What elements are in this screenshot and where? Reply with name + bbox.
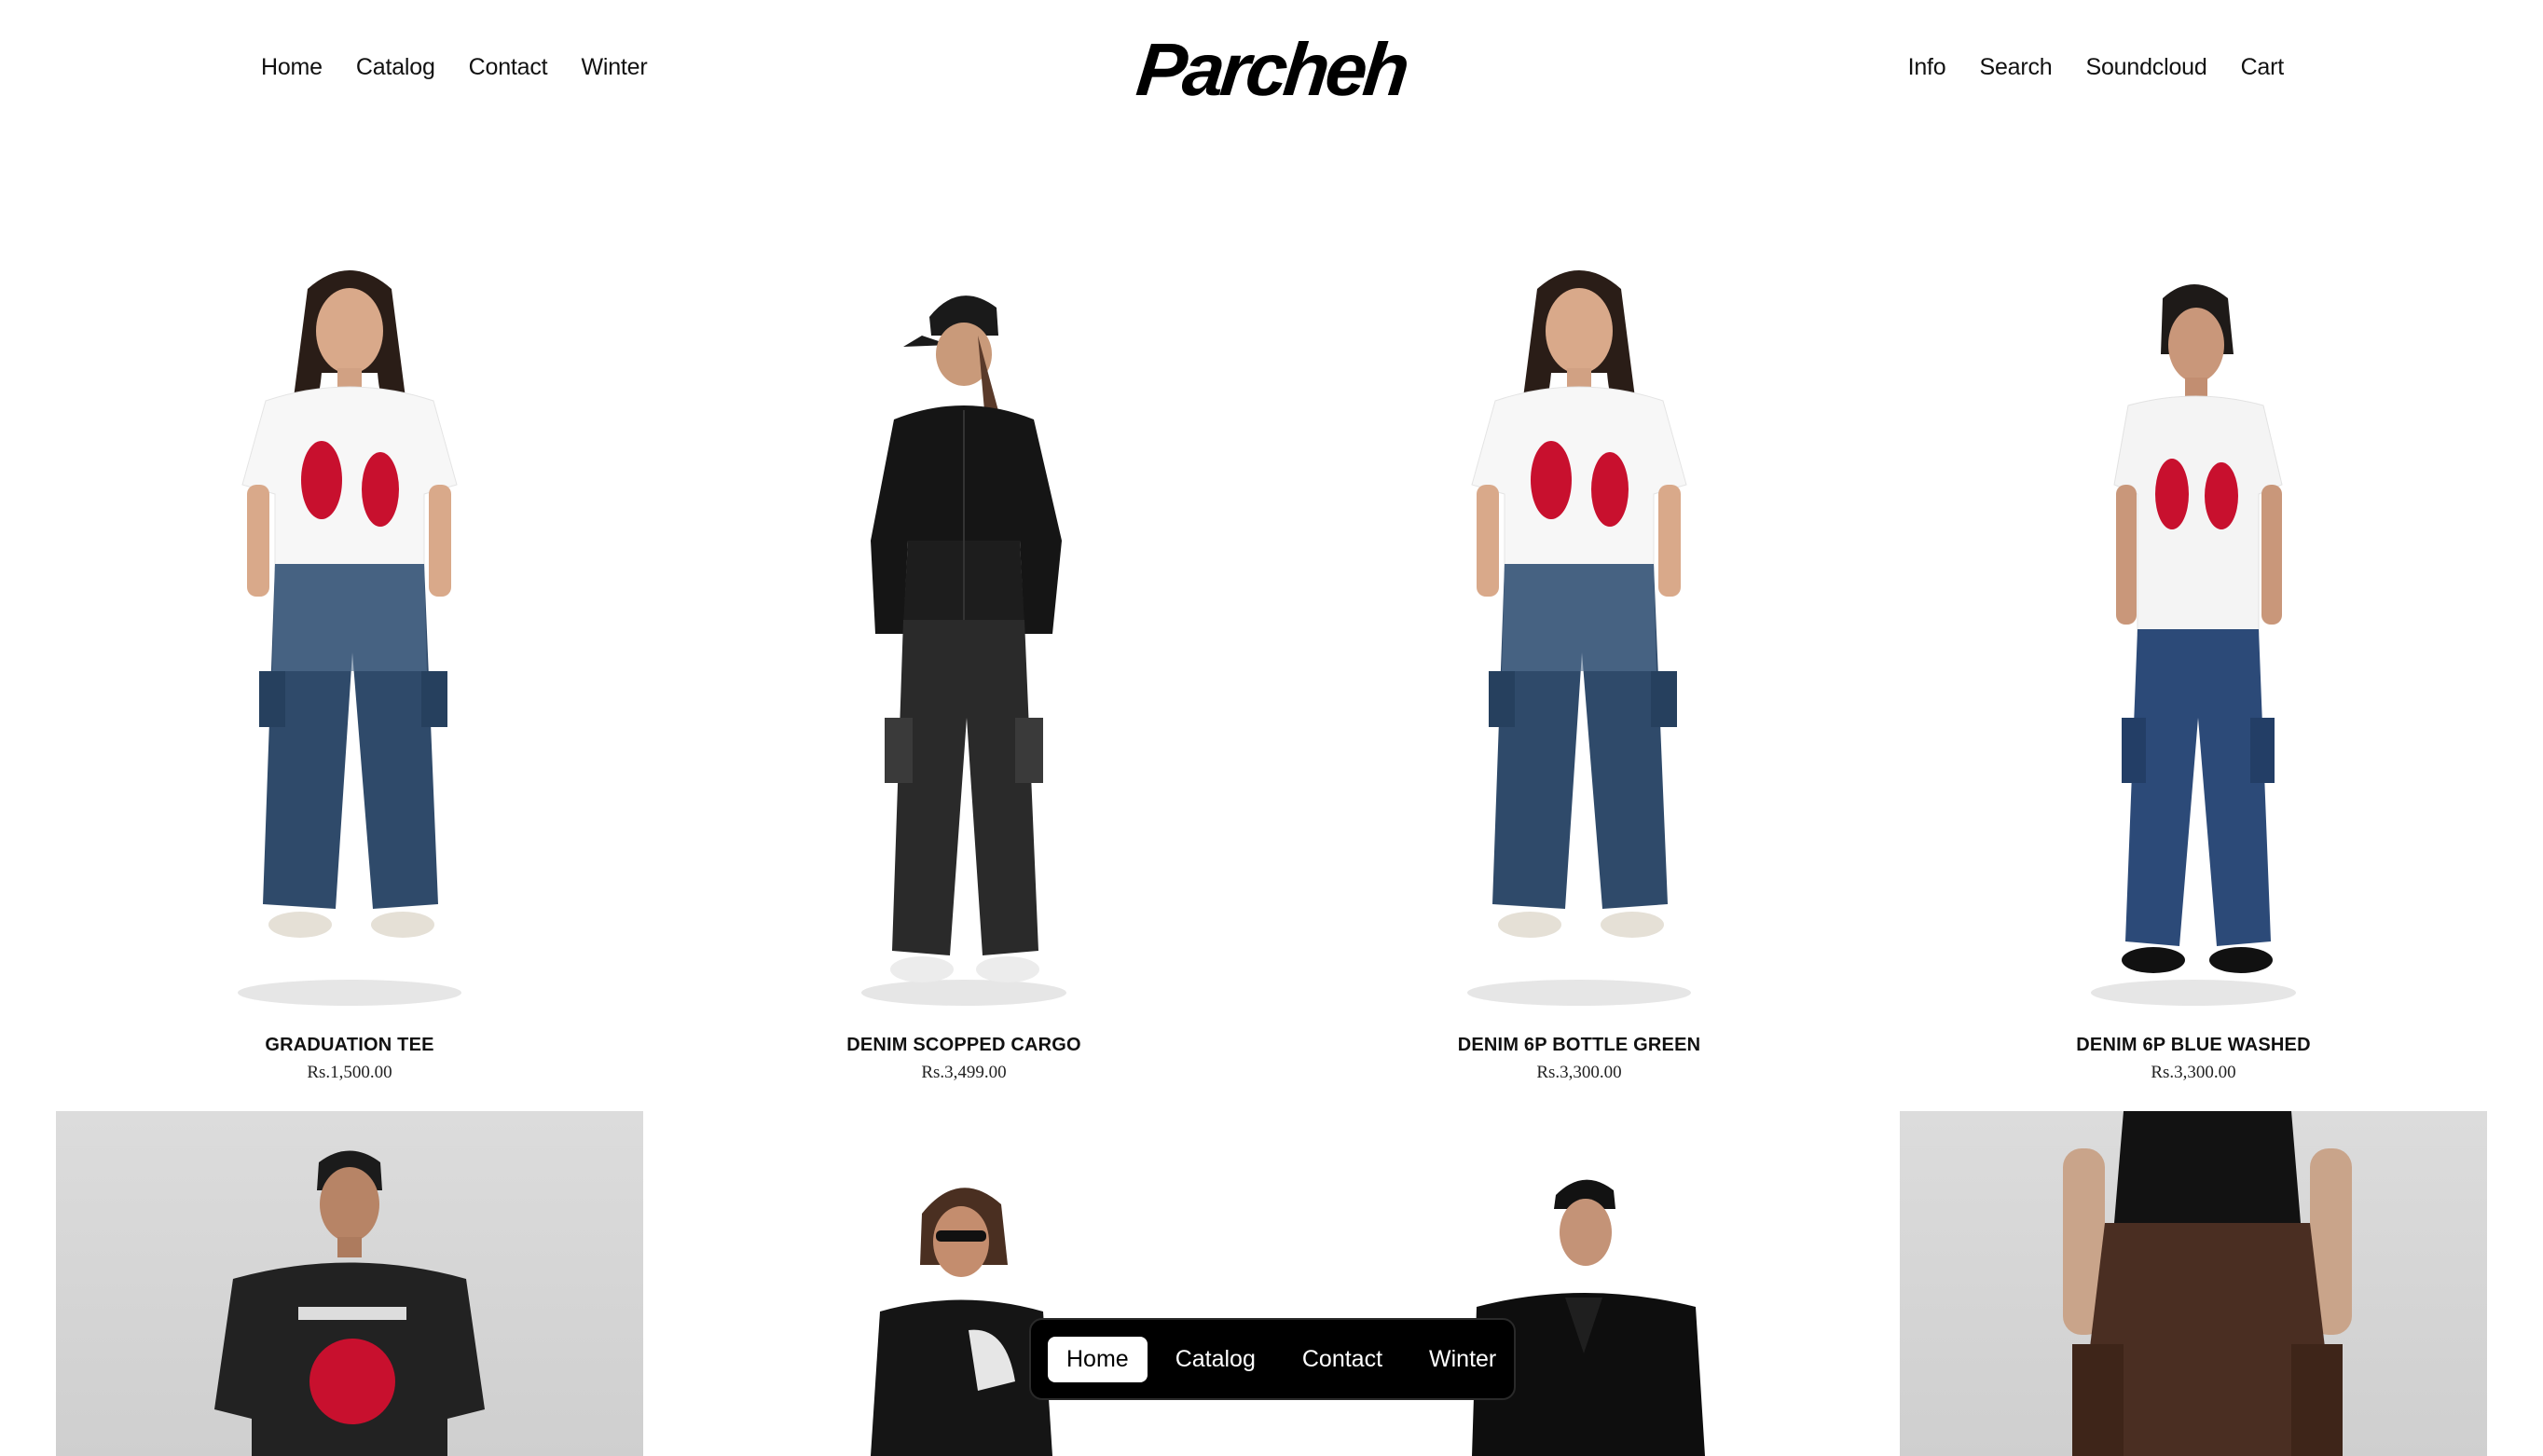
site-logo[interactable]: Parcheh: [1122, 28, 1421, 112]
product-image[interactable]: [1285, 233, 1873, 1007]
product-image[interactable]: [1900, 233, 2487, 1007]
logo-text: Parcheh: [1133, 28, 1410, 111]
floating-nav-catalog[interactable]: Catalog: [1157, 1337, 1274, 1382]
product-card[interactable]: [1900, 1111, 2487, 1456]
product-card[interactable]: [56, 1111, 643, 1456]
primary-nav: Home Catalog Contact Winter: [261, 54, 648, 81]
floating-nav-home[interactable]: Home: [1048, 1336, 1148, 1382]
product-image[interactable]: [1285, 1111, 1873, 1456]
nav-catalog-link[interactable]: Catalog: [356, 54, 435, 81]
floating-nav-winter[interactable]: Winter: [1410, 1337, 1515, 1382]
product-price: Rs.3,300.00: [2151, 1063, 2236, 1082]
nav-winter-link[interactable]: Winter: [581, 54, 647, 81]
floating-nav-bar: Home Catalog Contact Winter: [1029, 1318, 1516, 1400]
nav-search-link[interactable]: Search: [1979, 54, 2052, 81]
nav-cart-link[interactable]: Cart: [2241, 54, 2285, 81]
product-price: Rs.3,499.00: [921, 1063, 1007, 1082]
floating-nav-contact[interactable]: Contact: [1284, 1337, 1401, 1382]
product-price: Rs.3,300.00: [1536, 1063, 1622, 1082]
product-card[interactable]: [1285, 1111, 1873, 1456]
product-image[interactable]: [56, 1111, 643, 1456]
nav-contact-link[interactable]: Contact: [469, 54, 548, 81]
product-card[interactable]: [670, 1111, 1258, 1456]
product-price: Rs.1,500.00: [307, 1063, 392, 1082]
product-image[interactable]: [56, 233, 643, 1007]
product-image[interactable]: [1900, 1111, 2487, 1456]
nav-info-link[interactable]: Info: [1908, 54, 1946, 81]
product-title[interactable]: GRADUATION TEE: [56, 1035, 643, 1056]
product-image[interactable]: [670, 1111, 1258, 1456]
site-header: Home Catalog Contact Winter Parcheh Info…: [0, 0, 2543, 140]
nav-soundcloud-link[interactable]: Soundcloud: [2086, 54, 2207, 81]
product-title[interactable]: DENIM 6P BLUE WASHED: [1900, 1035, 2487, 1056]
nav-home-link[interactable]: Home: [261, 54, 323, 81]
product-image[interactable]: [670, 233, 1258, 1007]
product-title[interactable]: DENIM SCOPPED CARGO: [670, 1035, 1258, 1056]
secondary-nav: Info Search Soundcloud Cart: [1908, 54, 2285, 81]
product-title[interactable]: DENIM 6P BOTTLE GREEN: [1285, 1035, 1873, 1056]
